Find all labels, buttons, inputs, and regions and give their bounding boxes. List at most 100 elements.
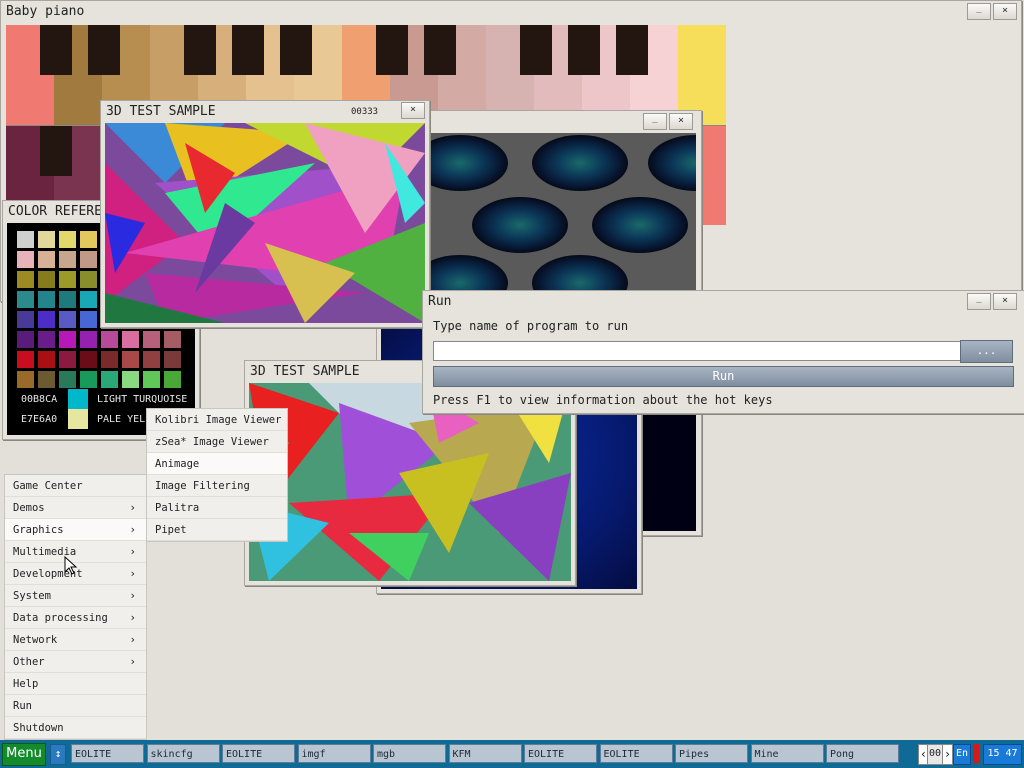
taskbar-task-button[interactable]: Mine — [750, 744, 824, 763]
main-menu[interactable]: Game Center Demos › Graphics › Multimedia › Dev… — [4, 474, 147, 740]
language-indicator[interactable]: En — [953, 744, 971, 765]
close-button[interactable]: × — [993, 3, 1017, 20]
taskbar-task-button[interactable]: Pipes — [675, 744, 748, 763]
close-button[interactable]: × — [401, 102, 425, 119]
menu-item[interactable]: Network › — [5, 629, 146, 651]
color-swatch[interactable] — [80, 331, 97, 348]
clock[interactable]: 15 47 — [983, 744, 1022, 765]
browse-button[interactable]: ... — [960, 340, 1013, 363]
piano-titlebar[interactable]: Baby piano _ × — [1, 1, 1021, 23]
submenu-item[interactable]: Palitra — [147, 497, 287, 519]
color-swatch[interactable] — [38, 311, 55, 328]
menu-button[interactable]: Menu — [2, 743, 46, 766]
menu-item[interactable]: Graphics › — [5, 519, 146, 541]
color-swatch[interactable] — [101, 371, 118, 388]
color-swatch[interactable] — [122, 351, 139, 368]
graphics-submenu[interactable]: Kolibri Image Viewer zSea* Image Viewer An… — [146, 408, 288, 542]
color-swatch[interactable] — [38, 231, 55, 248]
menu-item[interactable]: Help — [5, 673, 146, 695]
test-sample-window-top[interactable]: 3D TEST SAMPLE 00333 × — [100, 100, 430, 328]
minimize-button[interactable]: _ — [967, 293, 991, 310]
menu-item[interactable]: Other › — [5, 651, 146, 673]
color-swatch[interactable] — [80, 311, 97, 328]
submenu-item[interactable]: zSea* Image Viewer — [147, 431, 287, 453]
run-button[interactable]: Run — [433, 366, 1014, 387]
color-swatch[interactable] — [143, 371, 160, 388]
menu-item[interactable]: Shutdown — [5, 717, 146, 739]
taskbar-task-button[interactable]: skincfg — [146, 744, 220, 763]
taskbar-task-button[interactable]: EOLITE — [222, 744, 295, 763]
color-swatch[interactable] — [17, 231, 34, 248]
piano-black-key[interactable] — [184, 25, 216, 75]
color-swatch[interactable] — [80, 251, 97, 268]
color-swatch[interactable] — [17, 371, 34, 388]
piano-black-key[interactable] — [616, 25, 648, 75]
run-titlebar[interactable]: Run _ × — [423, 291, 1024, 313]
piano-black-key[interactable] — [232, 25, 264, 75]
piano-black-key[interactable] — [376, 25, 408, 75]
color-swatch[interactable] — [38, 331, 55, 348]
run-dialog[interactable]: Run _ × Type name of program to run ... … — [422, 290, 1024, 414]
color-swatch[interactable] — [122, 331, 139, 348]
color-swatch[interactable] — [101, 331, 118, 348]
taskbar-task-button[interactable]: EOLITE — [524, 744, 597, 763]
color-swatch[interactable] — [143, 331, 160, 348]
menu-item[interactable]: System › — [5, 585, 146, 607]
taskbar-task-button[interactable]: mgb — [373, 744, 446, 763]
submenu-item[interactable]: Animage — [147, 453, 287, 475]
color-swatch[interactable] — [59, 231, 76, 248]
next-arrow-icon[interactable]: › — [942, 744, 953, 765]
color-swatch[interactable] — [80, 351, 97, 368]
minimize-button[interactable]: _ — [643, 113, 667, 130]
taskbar-task-button[interactable]: EOLITE — [599, 744, 673, 763]
color-swatch[interactable] — [17, 251, 34, 268]
program-input[interactable] — [433, 341, 961, 361]
piano-black-key[interactable] — [88, 25, 120, 75]
close-button[interactable]: × — [993, 293, 1017, 310]
color-swatch[interactable] — [17, 271, 34, 288]
color-swatch[interactable] — [80, 371, 97, 388]
submenu-item[interactable]: Image Filtering — [147, 475, 287, 497]
menu-item[interactable]: Demos › — [5, 497, 146, 519]
color-swatch[interactable] — [59, 271, 76, 288]
taskbar-task-button[interactable]: EOLITE — [71, 744, 144, 763]
color-swatch[interactable] — [59, 251, 76, 268]
color-swatch[interactable] — [38, 271, 55, 288]
color-swatch[interactable] — [59, 311, 76, 328]
color-swatch[interactable] — [17, 291, 34, 308]
color-swatch[interactable] — [80, 271, 97, 288]
piano-black-key[interactable] — [40, 25, 72, 75]
color-swatch[interactable] — [38, 291, 55, 308]
submenu-item[interactable]: Kolibri Image Viewer — [147, 409, 287, 431]
color-swatch[interactable] — [80, 291, 97, 308]
test-sample-titlebar[interactable]: 3D TEST SAMPLE 00333 × — [101, 101, 429, 123]
color-swatch[interactable] — [17, 351, 34, 368]
taskbar-task-button[interactable]: Pong — [826, 744, 899, 763]
color-swatch[interactable] — [59, 291, 76, 308]
piano-black-key[interactable] — [520, 25, 552, 75]
taskbar-task-button[interactable]: imgf — [297, 744, 371, 763]
piano-black-key[interactable] — [40, 126, 72, 176]
menu-item[interactable]: Data processing › — [5, 607, 146, 629]
menu-item[interactable]: Run — [5, 695, 146, 717]
submenu-item[interactable]: Pipet — [147, 519, 287, 541]
switch-windows-icon[interactable]: ↕ — [50, 744, 66, 765]
piano-black-key[interactable] — [568, 25, 600, 75]
taskbar-task-button[interactable]: KFM — [448, 744, 522, 763]
piano-black-key[interactable] — [424, 25, 456, 75]
color-swatch[interactable] — [164, 331, 181, 348]
minimize-button[interactable]: _ — [967, 3, 991, 20]
color-swatch[interactable] — [101, 351, 118, 368]
color-swatch[interactable] — [17, 311, 34, 328]
color-swatch[interactable] — [164, 371, 181, 388]
color-swatch[interactable] — [38, 371, 55, 388]
color-swatch[interactable] — [17, 331, 34, 348]
color-swatch[interactable] — [59, 331, 76, 348]
color-swatch[interactable] — [59, 371, 76, 388]
color-swatch[interactable] — [122, 371, 139, 388]
menu-item[interactable]: Game Center — [5, 475, 146, 497]
color-swatch[interactable] — [38, 351, 55, 368]
piano-black-key[interactable] — [280, 25, 312, 75]
color-swatch[interactable] — [164, 351, 181, 368]
color-swatch[interactable] — [80, 231, 97, 248]
